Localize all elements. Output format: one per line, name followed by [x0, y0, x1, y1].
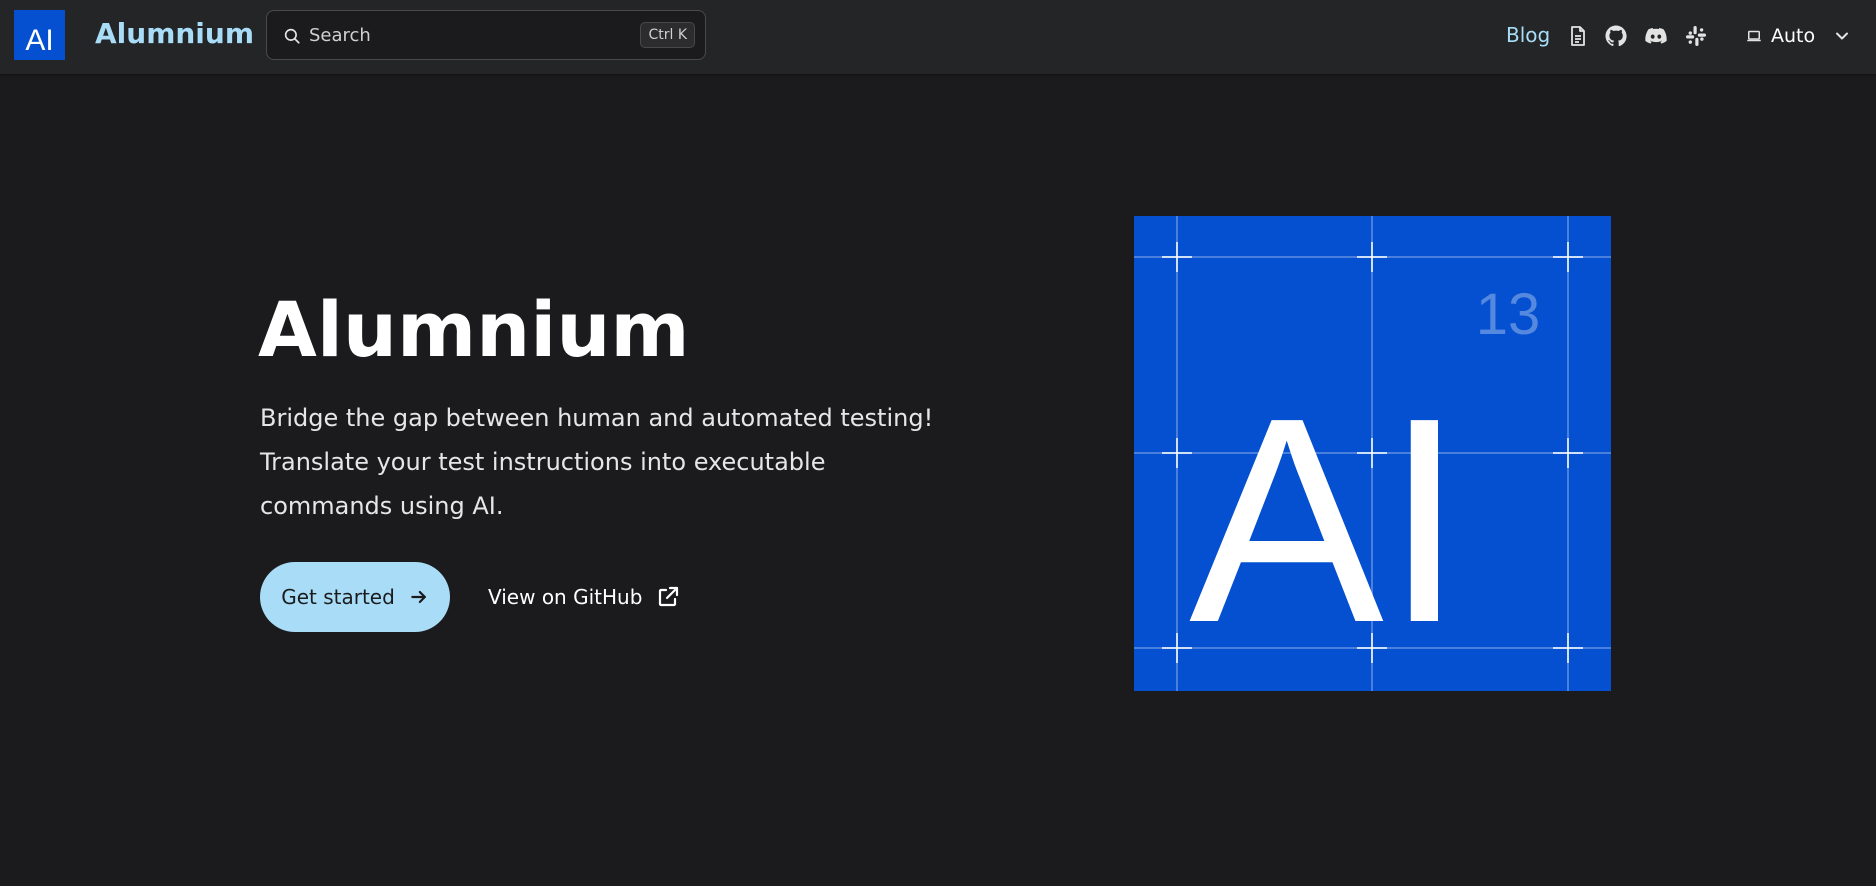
- view-on-github-label: View on GitHub: [488, 585, 643, 609]
- theme-toggle[interactable]: Auto: [1745, 20, 1815, 52]
- search-icon: [284, 28, 300, 44]
- chevron-down-icon[interactable]: [1832, 26, 1852, 46]
- get-started-button[interactable]: Get started: [260, 562, 450, 632]
- discord-icon[interactable]: [1644, 24, 1668, 48]
- logo-text: AI: [25, 24, 54, 57]
- element-tile-illustration: 13 AI: [1134, 216, 1611, 691]
- external-link-icon: [659, 586, 679, 607]
- slack-icon[interactable]: [1684, 24, 1708, 48]
- laptop-icon: [1747, 30, 1761, 42]
- view-on-github-button[interactable]: View on GitHub: [488, 575, 680, 619]
- arrow-right-icon: [411, 590, 426, 604]
- get-started-label: Get started: [281, 585, 395, 609]
- logo[interactable]: AI: [14, 10, 65, 60]
- search-box[interactable]: Ctrl K: [266, 10, 706, 60]
- theme-toggle-label: Auto: [1771, 25, 1816, 47]
- brand-title[interactable]: Alumnium: [95, 17, 254, 50]
- nav-link-blog[interactable]: Blog: [1506, 23, 1550, 47]
- github-icon[interactable]: [1604, 24, 1628, 48]
- hero-title: Alumnium: [258, 285, 690, 374]
- document-icon[interactable]: [1566, 24, 1590, 48]
- tile-number: 13: [1476, 282, 1541, 347]
- search-input[interactable]: [309, 21, 609, 49]
- top-navbar: AI Alumnium Ctrl K Blog Auto: [0, 0, 1876, 74]
- search-shortcut-badge: Ctrl K: [640, 22, 695, 48]
- hero-subtitle: Bridge the gap between human and automat…: [260, 404, 934, 520]
- tile-symbol: AI: [1189, 357, 1465, 683]
